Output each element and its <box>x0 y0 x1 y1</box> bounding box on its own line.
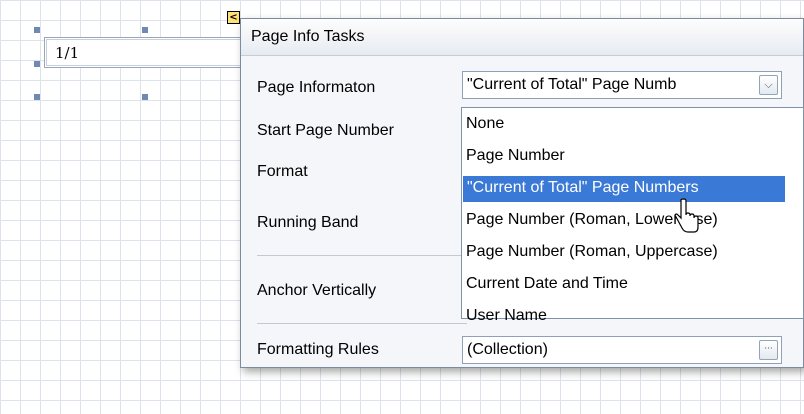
property-label-format: Format <box>257 163 308 180</box>
panel-title: Page Info Tasks <box>251 28 365 45</box>
page-information-combo[interactable]: "Current of Total" Page Numb ⌵ <box>462 71 782 99</box>
property-label-page-information: Page Informaton <box>257 79 376 96</box>
dropdown-option-current-of-total[interactable]: "Current of Total" Page Numbers <box>463 176 785 202</box>
resize-handle-middle-left[interactable] <box>34 61 40 67</box>
property-label-anchor-vertically: Anchor Vertically <box>257 282 377 299</box>
page-information-value: "Current of Total" Page Numb <box>467 76 677 93</box>
page-info-control[interactable]: 1/1 <box>44 37 250 68</box>
property-label-start-page-number: Start Page Number <box>257 122 394 139</box>
separator <box>257 323 467 324</box>
dropdown-option-page-number[interactable]: Page Number <box>462 144 803 170</box>
dropdown-option-none[interactable]: None <box>462 112 803 138</box>
formatting-rules-field[interactable]: (Collection) ··· <box>462 336 782 364</box>
ellipsis-icon[interactable]: ··· <box>759 340 778 360</box>
property-label-running-band: Running Band <box>257 214 359 231</box>
dropdown-option-roman-lowercase[interactable]: Page Number (Roman, Lowercase) <box>462 208 803 234</box>
formatting-rules-value: (Collection) <box>467 341 548 358</box>
dropdown-option-current-date-time[interactable]: Current Date and Time <box>462 272 803 298</box>
dropdown-option-user-name[interactable]: User Name <box>462 304 803 330</box>
resize-handle-top-middle[interactable] <box>142 27 148 33</box>
chevron-down-icon[interactable]: ⌵ <box>759 75 778 95</box>
page-info-control-text: 1/1 <box>55 44 80 62</box>
resize-handle-bottom-middle[interactable] <box>142 94 148 100</box>
separator <box>257 255 467 256</box>
resize-handle-bottom-left[interactable] <box>34 94 40 100</box>
property-label-formatting-rules: Formatting Rules <box>257 341 379 358</box>
page-information-dropdown: None Page Number "Current of Total" Page… <box>461 107 804 324</box>
hand-cursor-icon <box>674 198 699 233</box>
resize-handle-top-left[interactable] <box>34 27 40 33</box>
panel-header: Page Info Tasks <box>241 19 803 56</box>
dropdown-option-roman-uppercase[interactable]: Page Number (Roman, Uppercase) <box>462 240 803 266</box>
smart-tag-collapse-icon[interactable]: < <box>227 11 240 24</box>
